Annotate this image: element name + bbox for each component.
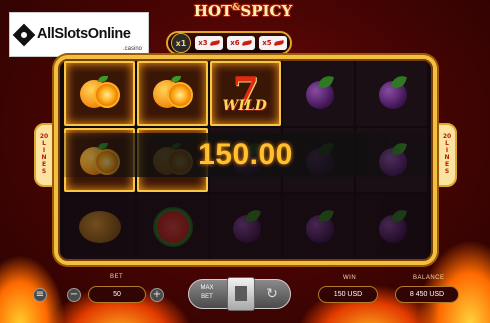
reel-cell <box>356 194 427 259</box>
balance-value-field: 8 450 USD <box>395 286 459 303</box>
balance-label: BALANCE <box>413 275 445 281</box>
bet-label: BET <box>110 274 124 280</box>
reel-cell <box>137 194 208 259</box>
stop-icon <box>235 286 247 301</box>
spin-button[interactable] <box>227 277 255 311</box>
chili-value-1: x3 <box>198 39 208 47</box>
max-bet-button[interactable]: MAX BET <box>194 284 220 304</box>
win-banner: 150.00 <box>61 133 430 177</box>
autoplay-icon: ↻ <box>266 286 278 302</box>
reel-cell <box>283 61 354 126</box>
chili-value-3: x5 <box>262 39 272 47</box>
max-bet-line1: MAX <box>200 285 214 291</box>
multiplier-panel: x1 x3 x6 x5 <box>166 31 292 55</box>
chili-multiplier-2: x6 <box>227 36 255 50</box>
plum-symbol-icon <box>229 207 263 245</box>
max-bet-line2: BET <box>201 294 213 300</box>
reel-cell <box>210 194 281 259</box>
plum-symbol-icon <box>375 207 409 245</box>
wild-symbol-icon: 7 WILD <box>221 68 271 118</box>
plum-symbol-icon <box>375 73 409 111</box>
chili-multiplier-1: x3 <box>195 36 223 50</box>
orange-symbol-icon <box>151 76 195 110</box>
reel-cell <box>64 61 135 126</box>
logo-sub-text: .casino <box>122 46 142 52</box>
chili-pepper-icon <box>209 40 220 46</box>
orange-symbol-icon <box>78 76 122 110</box>
bet-plus-button[interactable]: + <box>150 288 164 302</box>
spin-panel: MAX BET ↻ <box>188 277 291 311</box>
lines-letter: S <box>41 167 47 175</box>
chili-value-2: x6 <box>230 39 240 47</box>
title-spicy: SPICY <box>240 2 293 20</box>
title-hot: HOT <box>193 2 233 20</box>
autoplay-button[interactable]: ↻ <box>261 284 283 304</box>
lines-letter: S <box>444 167 450 175</box>
watermelon-symbol-icon <box>152 206 193 247</box>
chili-pepper-icon <box>273 40 284 46</box>
reel-cell <box>137 61 208 126</box>
site-logo: AllSlotsOnline .casino <box>9 12 149 57</box>
reel-cell <box>64 194 135 259</box>
game-title: HOT&SPICY <box>183 2 303 20</box>
multiplier-badge: x1 <box>171 33 191 53</box>
win-value-field: 150 USD <box>318 286 378 303</box>
plum-symbol-icon <box>302 207 336 245</box>
paylines-indicator-left: 20 L I N E S <box>34 123 54 187</box>
lemon-symbol-icon <box>78 210 121 243</box>
reel-cell <box>356 61 427 126</box>
logo-brand-text: AllSlotsOnline <box>37 26 131 43</box>
reel-cell <box>283 194 354 259</box>
bet-minus-button[interactable]: − <box>67 288 81 302</box>
plum-symbol-icon <box>302 73 336 111</box>
win-amount-text: 150.00 <box>198 138 293 171</box>
win-label: WIN <box>343 275 357 281</box>
wild-word: WILD <box>222 98 267 115</box>
menu-button[interactable]: ≡ <box>33 288 47 302</box>
reel-cell: 7 WILD <box>210 61 281 126</box>
paylines-indicator-right: 20 L I N E S <box>437 123 457 187</box>
chili-pepper-icon <box>241 40 252 46</box>
logo-diamond-icon <box>12 23 36 46</box>
bet-value-field: 50 <box>88 286 146 303</box>
chili-multiplier-3: x5 <box>259 36 287 50</box>
